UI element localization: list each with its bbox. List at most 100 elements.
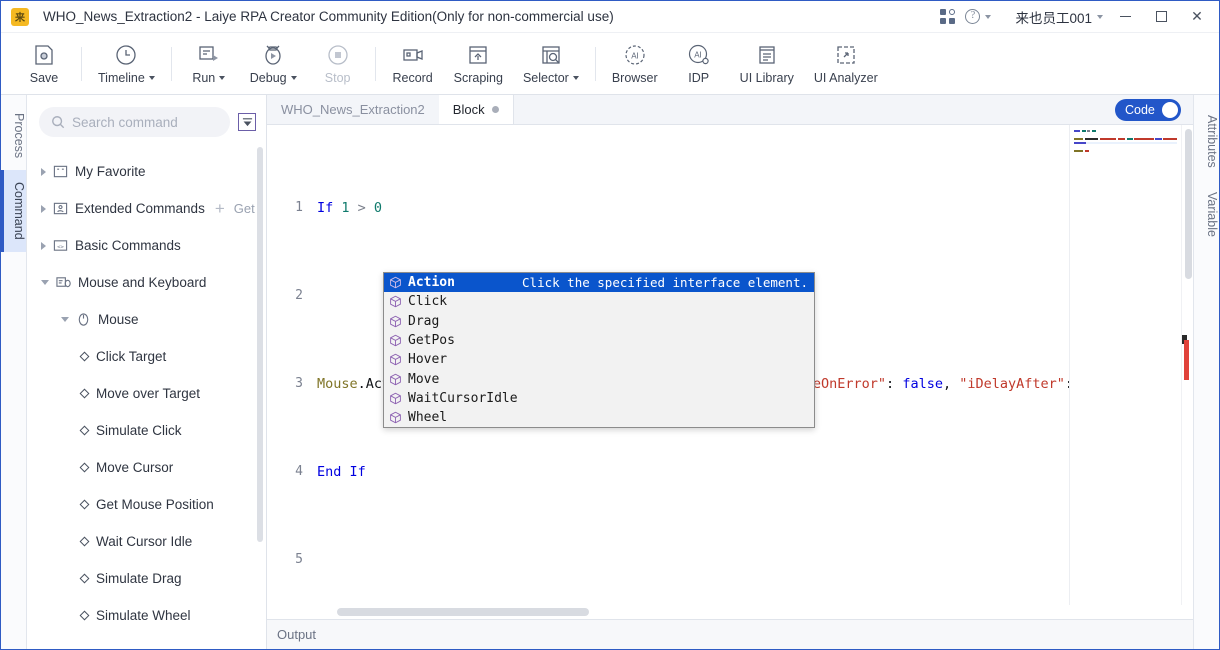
autocomplete-item-waitcursoridle[interactable]: WaitCursorIdle [384, 389, 814, 408]
selector-button[interactable]: Selector [513, 35, 589, 93]
svg-text:AI: AI [631, 51, 639, 60]
ui-analyzer-button[interactable]: UI Analyzer [804, 35, 888, 93]
method-cube-icon [390, 334, 401, 347]
chevron-down-icon [572, 75, 579, 80]
debug-button[interactable]: Debug [240, 35, 307, 93]
editor-horizontal-scrollbar[interactable] [267, 605, 1193, 619]
mouse-icon [78, 313, 89, 326]
stop-button: Stop [307, 35, 369, 93]
scrollbar-thumb[interactable] [1185, 129, 1192, 279]
scraping-button[interactable]: Scraping [444, 35, 513, 93]
method-cube-icon [390, 315, 401, 328]
command-bullet-icon [79, 536, 90, 547]
tree-item-move-cursor[interactable]: Move Cursor [27, 449, 266, 486]
search-input[interactable]: Search command [39, 107, 230, 137]
tree-item-click-target[interactable]: Click Target [27, 338, 266, 375]
timeline-icon [116, 44, 137, 65]
rail-tab-variable[interactable]: Variable [1194, 180, 1219, 249]
add-icon[interactable]: + [215, 200, 225, 217]
search-placeholder: Search command [72, 114, 178, 130]
chevron-right-icon [41, 204, 46, 213]
help-icon[interactable]: ? [963, 2, 993, 32]
tree-item-extended-commands[interactable]: Extended Commands + Get [27, 190, 266, 227]
maximize-button[interactable] [1143, 2, 1179, 32]
editor-tab-block[interactable]: Block [438, 95, 514, 124]
tree-item-mouse[interactable]: Mouse [27, 301, 266, 338]
tool-label: Selector [522, 70, 569, 85]
chevron-down-icon [290, 75, 297, 80]
code-token: false [902, 376, 943, 392]
minimap-line [1074, 146, 1177, 148]
unsaved-indicator-icon [491, 106, 499, 113]
svg-text:AI: AI [694, 50, 702, 59]
autocomplete-description: Click the specified interface element. [522, 275, 808, 291]
timeline-button[interactable]: Timeline [88, 35, 165, 93]
autocomplete-item-click[interactable]: Click [384, 292, 814, 311]
tree-item-label: Mouse [98, 312, 139, 327]
scrollbar-thumb[interactable] [337, 608, 589, 616]
autocomplete-popup[interactable]: Action Click the specified interface ele… [383, 272, 815, 429]
autocomplete-item-move[interactable]: Move [384, 369, 814, 388]
title-bar: 来 WHO_News_Extraction2 - Laiye RPA Creat… [1, 1, 1219, 33]
record-button[interactable]: Record [382, 35, 444, 93]
rail-tab-attributes[interactable]: Attributes [1194, 103, 1219, 180]
tree-item-mouse-and-keyboard[interactable]: Mouse and Keyboard [27, 264, 266, 301]
rail-tab-process[interactable]: Process [1, 101, 26, 170]
tree-item-label: Move Cursor [96, 460, 174, 475]
tree-item-my-favorite[interactable]: My Favorite [27, 153, 266, 190]
code-token: 1 [341, 200, 358, 216]
autocomplete-item-wheel[interactable]: Wheel [384, 408, 814, 427]
close-button[interactable]: ✕ [1179, 2, 1215, 32]
ui-library-icon [759, 45, 775, 64]
tree-item-move-over-target[interactable]: Move over Target [27, 375, 266, 412]
editor-tab-who-news-extraction2[interactable]: WHO_News_Extraction2 [267, 95, 439, 124]
main-body: Process Command Search command My Favori… [1, 95, 1219, 649]
editor-area: WHO_News_Extraction2 Block Code 1 If 1 >… [267, 95, 1193, 649]
output-panel-header[interactable]: Output [267, 619, 1193, 649]
ui-library-button[interactable]: UI Library [730, 35, 804, 93]
autocomplete-item-drag[interactable]: Drag [384, 312, 814, 331]
command-bullet-icon [79, 388, 90, 399]
code-editor[interactable]: 1 If 1 > 0 2 3 Mouse.Action(@ui"Image<im… [267, 125, 1069, 605]
user-menu[interactable]: 来也员工001 [1011, 7, 1107, 27]
tree-item-label: Simulate Drag [96, 571, 182, 586]
browser-button[interactable]: AI Browser [602, 35, 668, 93]
command-panel: Search command My Favorite Extended Comm… [27, 95, 267, 649]
tree-item-simulate-wheel[interactable]: Simulate Wheel [27, 597, 266, 634]
line-number: 3 [295, 376, 303, 391]
chevron-down-icon [219, 75, 226, 80]
idp-button[interactable]: AI IDP [668, 35, 730, 93]
autocomplete-item-action[interactable]: Action Click the specified interface ele… [384, 273, 814, 293]
get-extensions-link[interactable]: Get [234, 201, 255, 216]
run-button[interactable]: Run [178, 35, 240, 93]
command-bullet-icon [79, 351, 90, 362]
autocomplete-item-hover[interactable]: Hover [384, 350, 814, 369]
minimize-button[interactable] [1107, 2, 1143, 32]
chevron-down-icon [985, 14, 992, 19]
command-bullet-icon [79, 499, 90, 510]
tree-item-wait-cursor-idle[interactable]: Wait Cursor Idle [27, 523, 266, 560]
autocomplete-item-getpos[interactable]: GetPos [384, 331, 814, 350]
method-cube-icon [390, 411, 401, 424]
command-panel-scrollbar[interactable] [257, 147, 263, 542]
toolbar-divider [594, 46, 596, 81]
tree-item-get-mouse-position[interactable]: Get Mouse Position [27, 486, 266, 523]
apps-grid-icon[interactable] [933, 2, 963, 32]
output-label: Output [277, 627, 317, 642]
tree-item-basic-commands[interactable]: <> Basic Commands [27, 227, 266, 264]
command-bullet-icon [79, 610, 90, 621]
code-view-toggle[interactable]: Code [1115, 99, 1181, 121]
code-minimap[interactable] [1069, 125, 1181, 605]
tree-item-simulate-drag[interactable]: Simulate Drag [27, 560, 266, 597]
autocomplete-label: Action [408, 275, 455, 291]
tree-item-simulate-click[interactable]: Simulate Click [27, 412, 266, 449]
line-number: 5 [295, 552, 303, 567]
code-line: 5 [267, 549, 1069, 571]
minimap-line [1074, 150, 1177, 152]
editor-vertical-scrollbar[interactable] [1181, 125, 1193, 605]
filter-button[interactable] [238, 113, 256, 131]
save-button[interactable]: Save [13, 35, 75, 93]
code-token: , [942, 376, 960, 392]
save-icon [35, 44, 53, 65]
rail-tab-command[interactable]: Command [1, 170, 26, 252]
